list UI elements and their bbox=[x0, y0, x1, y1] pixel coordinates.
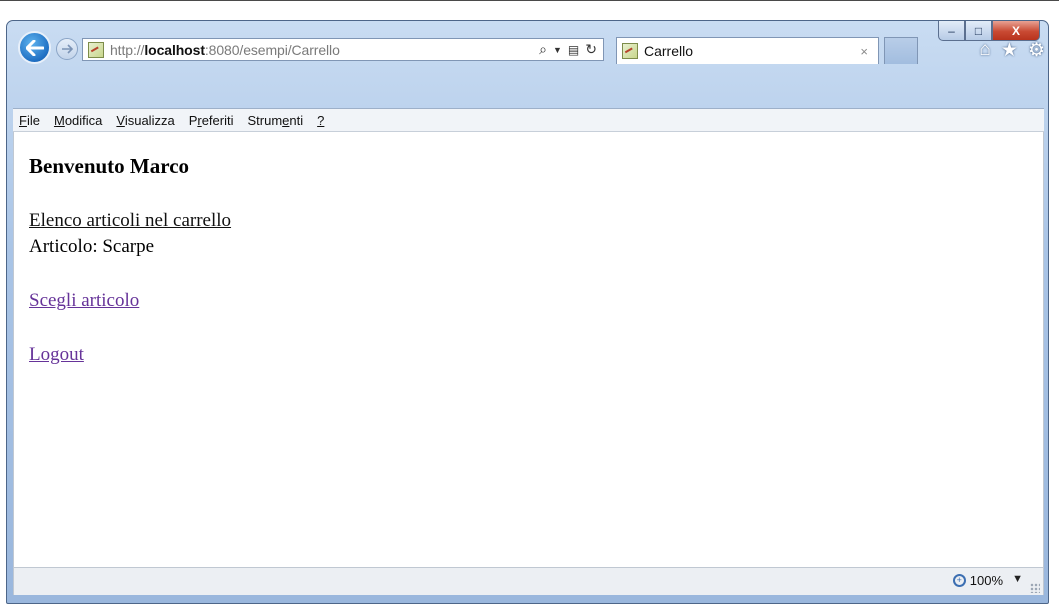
menu-modifica[interactable]: Modifica bbox=[54, 113, 102, 128]
minimize-button[interactable]: – bbox=[938, 21, 965, 41]
forward-arrow-icon bbox=[62, 44, 73, 54]
status-bar: + 100% ▼ bbox=[13, 567, 1044, 595]
search-icon[interactable]: ⌕ bbox=[539, 41, 547, 58]
refresh-icon[interactable]: ↻ bbox=[585, 41, 597, 58]
menu-file-accel: F bbox=[19, 112, 27, 128]
menu-preferiti[interactable]: Preferiti bbox=[189, 113, 234, 128]
zoom-control[interactable]: + 100% bbox=[952, 573, 1003, 588]
zoom-level: 100% bbox=[969, 573, 1003, 588]
address-tools: ⌕ ▼ ▤ ↻ bbox=[539, 41, 603, 58]
url-text[interactable]: http://localhost:8080/esempi/Carrello bbox=[110, 42, 340, 58]
menu-help-accel: ? bbox=[317, 112, 325, 128]
star-icon[interactable]: ★ bbox=[1001, 39, 1018, 62]
menu-strumenti-rest: nti bbox=[289, 112, 304, 128]
dropdown-arrow-icon[interactable]: ▼ bbox=[553, 45, 562, 55]
compatibility-view-icon[interactable]: ▤ bbox=[568, 43, 579, 57]
address-bar[interactable]: http://localhost:8080/esempi/Carrello ⌕ … bbox=[82, 38, 604, 61]
url-prefix: http:// bbox=[110, 41, 145, 58]
logout-link[interactable]: Logout bbox=[29, 344, 84, 366]
page-content: Benvenuto Marco Elenco articoli nel carr… bbox=[13, 132, 1044, 567]
maximize-button[interactable]: □ bbox=[965, 21, 992, 41]
home-icon[interactable]: ⌂ bbox=[979, 39, 990, 62]
resize-grip-icon[interactable] bbox=[1030, 583, 1040, 593]
close-window-button[interactable]: X bbox=[992, 21, 1040, 41]
menu-help[interactable]: ? bbox=[317, 113, 324, 128]
cart-article-item: Articolo: Scarpe bbox=[29, 236, 155, 257]
command-icons: ⌂ ★ ⚙ bbox=[979, 39, 1045, 62]
back-button[interactable] bbox=[18, 31, 51, 64]
minimize-icon: – bbox=[948, 23, 955, 38]
menu-strumenti-pre: Strum bbox=[247, 112, 283, 128]
tab-close-icon[interactable]: × bbox=[860, 44, 868, 59]
maximize-icon: □ bbox=[974, 23, 983, 38]
close-icon: X bbox=[1011, 23, 1020, 38]
cart-list-title: Elenco articoli nel carrello bbox=[29, 210, 232, 231]
url-rest: :8080/esempi/Carrello bbox=[204, 41, 340, 58]
zoom-dropdown-icon[interactable]: ▼ bbox=[1012, 573, 1023, 585]
tab-favicon-icon bbox=[622, 43, 638, 59]
menu-visualizza[interactable]: Visualizza bbox=[116, 113, 174, 128]
back-arrow-icon bbox=[25, 39, 44, 56]
menu-visualizza-rest: isualizza bbox=[124, 112, 175, 128]
zoom-icon: + bbox=[952, 574, 966, 587]
url-host: localhost bbox=[144, 41, 205, 58]
menu-file-rest: ile bbox=[26, 112, 40, 128]
new-tab-button[interactable] bbox=[884, 37, 918, 64]
choose-article-link[interactable]: Scegli articolo bbox=[29, 290, 139, 312]
menu-bar: File Modifica Visualizza Preferiti Strum… bbox=[13, 108, 1044, 132]
menu-modifica-rest: odifica bbox=[64, 112, 103, 128]
top-border-line bbox=[0, 0, 1059, 1]
tab-carrello[interactable]: Carrello × bbox=[616, 37, 879, 64]
page-title: Benvenuto Marco bbox=[29, 154, 190, 178]
menu-strumenti[interactable]: Strumenti bbox=[248, 113, 304, 128]
menu-preferiti-rest: eferiti bbox=[201, 112, 234, 128]
menu-file[interactable]: File bbox=[19, 113, 40, 128]
tab-title: Carrello bbox=[644, 43, 694, 59]
menu-modifica-accel: M bbox=[53, 112, 65, 128]
forward-button[interactable] bbox=[56, 38, 78, 60]
gear-icon[interactable]: ⚙ bbox=[1028, 39, 1045, 62]
site-favicon-icon bbox=[88, 41, 104, 58]
menu-visualizza-accel: V bbox=[116, 112, 125, 128]
